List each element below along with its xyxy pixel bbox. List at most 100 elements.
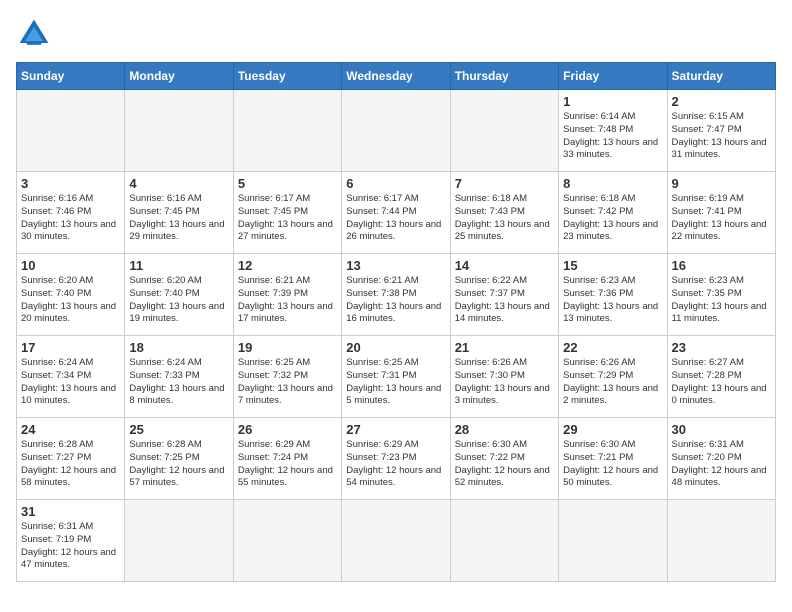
calendar-cell (450, 90, 558, 172)
calendar-cell: 20 Sunrise: 6:25 AM Sunset: 7:31 PM Dayli… (342, 336, 450, 418)
calendar-cell: 21Sunrise: 6:26 AM Sunset: 7:30 PM Dayli… (450, 336, 558, 418)
calendar-cell (450, 500, 558, 582)
day-info: Sunrise: 6:15 AM Sunset: 7:47 PM Dayligh… (672, 111, 771, 162)
day-number: 1 (563, 94, 662, 109)
calendar-cell: 12 Sunrise: 6:21 AM Sunset: 7:39 PM Dayli… (233, 254, 341, 336)
calendar-cell: 4 Sunrise: 6:16 AM Sunset: 7:45 PM Daylig… (125, 172, 233, 254)
day-info: Sunrise: 6:30 AM Sunset: 7:22 PM Dayligh… (455, 439, 554, 490)
calendar-cell: 13 Sunrise: 6:21 AM Sunset: 7:38 PM Dayli… (342, 254, 450, 336)
day-info: Sunrise: 6:26 AM Sunset: 7:29 PM Dayligh… (563, 357, 662, 408)
day-info: Sunrise: 6:20 AM Sunset: 7:40 PM Dayligh… (129, 275, 228, 326)
day-number: 13 (346, 258, 445, 273)
calendar-body: 1 Sunrise: 6:14 AM Sunset: 7:48 PM Daylig… (17, 90, 776, 582)
calendar-cell (233, 500, 341, 582)
day-info: Sunrise: 6:30 AM Sunset: 7:21 PM Dayligh… (563, 439, 662, 490)
page-header (16, 16, 776, 52)
day-info: Sunrise: 6:22 AM Sunset: 7:37 PM Dayligh… (455, 275, 554, 326)
day-info: Sunrise: 6:29 AM Sunset: 7:23 PM Dayligh… (346, 439, 445, 490)
calendar-header-sunday: Sunday (17, 63, 125, 90)
calendar-cell: 5 Sunrise: 6:17 AM Sunset: 7:45 PM Daylig… (233, 172, 341, 254)
calendar-header-row: SundayMondayTuesdayWednesdayThursdayFrid… (17, 63, 776, 90)
day-number: 12 (238, 258, 337, 273)
day-info: Sunrise: 6:24 AM Sunset: 7:33 PM Dayligh… (129, 357, 228, 408)
calendar-cell: 7Sunrise: 6:18 AM Sunset: 7:43 PM Daylig… (450, 172, 558, 254)
calendar-cell: 14 Sunrise: 6:22 AM Sunset: 7:37 PM Dayli… (450, 254, 558, 336)
calendar-cell (233, 90, 341, 172)
calendar-header-saturday: Saturday (667, 63, 775, 90)
day-info: Sunrise: 6:28 AM Sunset: 7:25 PM Dayligh… (129, 439, 228, 490)
calendar-cell: 8Sunrise: 6:18 AM Sunset: 7:42 PM Daylig… (559, 172, 667, 254)
calendar-cell (559, 500, 667, 582)
day-number: 3 (21, 176, 120, 191)
day-number: 5 (238, 176, 337, 191)
calendar-cell: 31 Sunrise: 6:31 AM Sunset: 7:19 PM Dayli… (17, 500, 125, 582)
day-info: Sunrise: 6:25 AM Sunset: 7:31 PM Dayligh… (346, 357, 445, 408)
day-info: Sunrise: 6:16 AM Sunset: 7:46 PM Dayligh… (21, 193, 120, 244)
calendar-cell (342, 500, 450, 582)
day-number: 30 (672, 422, 771, 437)
calendar-cell (17, 90, 125, 172)
day-info: Sunrise: 6:19 AM Sunset: 7:41 PM Dayligh… (672, 193, 771, 244)
calendar-header-monday: Monday (125, 63, 233, 90)
calendar-cell: 17 Sunrise: 6:24 AM Sunset: 7:34 PM Dayli… (17, 336, 125, 418)
calendar-header-tuesday: Tuesday (233, 63, 341, 90)
calendar-cell: 29 Sunrise: 6:30 AM Sunset: 7:21 PM Dayli… (559, 418, 667, 500)
calendar-cell: 2Sunrise: 6:15 AM Sunset: 7:47 PM Daylig… (667, 90, 775, 172)
day-number: 26 (238, 422, 337, 437)
calendar-cell (667, 500, 775, 582)
calendar-cell: 26Sunrise: 6:29 AM Sunset: 7:24 PM Dayli… (233, 418, 341, 500)
day-number: 10 (21, 258, 120, 273)
calendar-cell: 15Sunrise: 6:23 AM Sunset: 7:36 PM Dayli… (559, 254, 667, 336)
calendar-week-5: 24Sunrise: 6:28 AM Sunset: 7:27 PM Dayli… (17, 418, 776, 500)
day-number: 9 (672, 176, 771, 191)
calendar-week-4: 17 Sunrise: 6:24 AM Sunset: 7:34 PM Dayli… (17, 336, 776, 418)
day-number: 16 (672, 258, 771, 273)
calendar-header-thursday: Thursday (450, 63, 558, 90)
day-number: 23 (672, 340, 771, 355)
day-number: 29 (563, 422, 662, 437)
day-info: Sunrise: 6:21 AM Sunset: 7:38 PM Dayligh… (346, 275, 445, 326)
day-info: Sunrise: 6:24 AM Sunset: 7:34 PM Dayligh… (21, 357, 120, 408)
day-info: Sunrise: 6:16 AM Sunset: 7:45 PM Dayligh… (129, 193, 228, 244)
calendar-cell: 16 Sunrise: 6:23 AM Sunset: 7:35 PM Dayli… (667, 254, 775, 336)
day-number: 14 (455, 258, 554, 273)
calendar-cell: 23 Sunrise: 6:27 AM Sunset: 7:28 PM Dayli… (667, 336, 775, 418)
day-info: Sunrise: 6:14 AM Sunset: 7:48 PM Dayligh… (563, 111, 662, 162)
day-info: Sunrise: 6:31 AM Sunset: 7:19 PM Dayligh… (21, 521, 120, 572)
day-info: Sunrise: 6:31 AM Sunset: 7:20 PM Dayligh… (672, 439, 771, 490)
day-info: Sunrise: 6:18 AM Sunset: 7:43 PM Dayligh… (455, 193, 554, 244)
day-number: 25 (129, 422, 228, 437)
day-info: Sunrise: 6:23 AM Sunset: 7:36 PM Dayligh… (563, 275, 662, 326)
day-info: Sunrise: 6:17 AM Sunset: 7:45 PM Dayligh… (238, 193, 337, 244)
calendar-cell: 24Sunrise: 6:28 AM Sunset: 7:27 PM Dayli… (17, 418, 125, 500)
calendar-cell: 11Sunrise: 6:20 AM Sunset: 7:40 PM Dayli… (125, 254, 233, 336)
day-info: Sunrise: 6:27 AM Sunset: 7:28 PM Dayligh… (672, 357, 771, 408)
generalblue-logo-icon (16, 16, 52, 52)
day-info: Sunrise: 6:18 AM Sunset: 7:42 PM Dayligh… (563, 193, 662, 244)
day-number: 20 (346, 340, 445, 355)
day-info: Sunrise: 6:25 AM Sunset: 7:32 PM Dayligh… (238, 357, 337, 408)
calendar-cell: 9 Sunrise: 6:19 AM Sunset: 7:41 PM Daylig… (667, 172, 775, 254)
calendar-cell: 1 Sunrise: 6:14 AM Sunset: 7:48 PM Daylig… (559, 90, 667, 172)
day-number: 31 (21, 504, 120, 519)
calendar-table: SundayMondayTuesdayWednesdayThursdayFrid… (16, 62, 776, 582)
day-number: 6 (346, 176, 445, 191)
calendar-cell (125, 500, 233, 582)
calendar-cell: 6Sunrise: 6:17 AM Sunset: 7:44 PM Daylig… (342, 172, 450, 254)
calendar-week-2: 3 Sunrise: 6:16 AM Sunset: 7:46 PM Daylig… (17, 172, 776, 254)
calendar-cell: 22Sunrise: 6:26 AM Sunset: 7:29 PM Dayli… (559, 336, 667, 418)
calendar-cell: 27 Sunrise: 6:29 AM Sunset: 7:23 PM Dayli… (342, 418, 450, 500)
day-number: 4 (129, 176, 228, 191)
day-info: Sunrise: 6:21 AM Sunset: 7:39 PM Dayligh… (238, 275, 337, 326)
calendar-header-friday: Friday (559, 63, 667, 90)
logo (16, 16, 56, 52)
calendar-cell: 28 Sunrise: 6:30 AM Sunset: 7:22 PM Dayli… (450, 418, 558, 500)
day-number: 28 (455, 422, 554, 437)
day-info: Sunrise: 6:23 AM Sunset: 7:35 PM Dayligh… (672, 275, 771, 326)
day-number: 17 (21, 340, 120, 355)
calendar-header-wednesday: Wednesday (342, 63, 450, 90)
calendar-week-1: 1 Sunrise: 6:14 AM Sunset: 7:48 PM Daylig… (17, 90, 776, 172)
calendar-week-6: 31 Sunrise: 6:31 AM Sunset: 7:19 PM Dayli… (17, 500, 776, 582)
day-number: 27 (346, 422, 445, 437)
calendar-cell: 19Sunrise: 6:25 AM Sunset: 7:32 PM Dayli… (233, 336, 341, 418)
